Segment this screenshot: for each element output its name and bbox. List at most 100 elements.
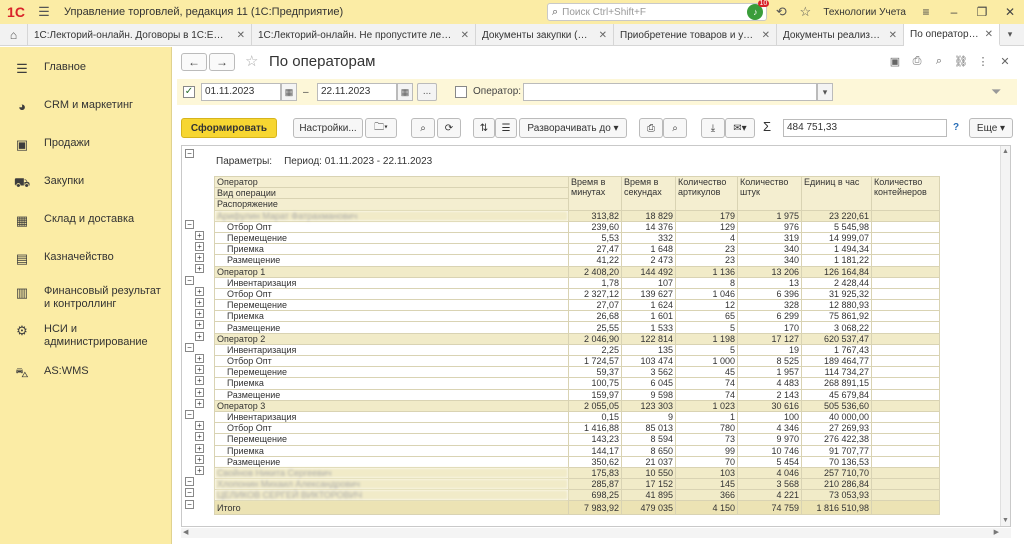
notifications-icon[interactable]: ♪ 10: [747, 0, 770, 20]
close-tab-icon[interactable]: ✕: [237, 30, 245, 41]
favorite-star-icon[interactable]: ☆: [245, 52, 258, 70]
maximize-icon[interactable]: ❐: [968, 5, 996, 19]
chevron-down-icon[interactable]: ▾: [817, 83, 833, 101]
operation-row[interactable]: Перемещение 143,23 8 594 73 9 970 276 422,38: [214, 433, 940, 446]
section-purchases[interactable]: ⛟ Закупки: [0, 175, 172, 193]
section-aswms[interactable]: ⛍ AS:WMS: [0, 365, 172, 383]
global-search-input[interactable]: ⌕ Поиск Ctrl+Shift+F: [547, 3, 767, 21]
tab-goods-acquisition[interactable]: Приобретение товаров и услуг ✕: [614, 24, 777, 46]
collapse-group-icon[interactable]: −: [185, 499, 194, 509]
operation-row[interactable]: Приемка 26,68 1 601 65 6 299 75 861,92: [214, 310, 940, 323]
operation-row[interactable]: Инвентаризация 0,15 9 1 100 40 000,00: [214, 410, 940, 424]
section-crm[interactable]: ◕ CRM и маркетинг: [0, 99, 172, 114]
section-treasury[interactable]: ▤ Казначейство: [0, 251, 172, 267]
vertical-scrollbar[interactable]: ▲ ▼: [1000, 146, 1010, 526]
scroll-left-icon[interactable]: ◀: [183, 528, 188, 536]
scroll-right-icon[interactable]: ▶: [994, 528, 999, 536]
collapse-group-icon[interactable]: −: [185, 219, 194, 229]
home-icon[interactable]: ⌂: [0, 24, 28, 46]
operation-row[interactable]: Размещение 41,22 2 473 23 340 1 181,22: [214, 254, 940, 267]
operator-row[interactable]: Оператор 22 046,90 122 814 1 198 17 127 620 …: [214, 332, 940, 345]
close-tab-icon[interactable]: ✕: [889, 30, 897, 41]
group-button[interactable]: ☰: [495, 118, 517, 138]
operator-row[interactable]: Оператор 32 055,05 123 303 1 023 30 616 505 …: [214, 399, 940, 412]
operator-row[interactable]: Арифулин Марат Фатрахманович 313,82 18 829…: [214, 209, 940, 222]
operation-row[interactable]: Перемещение 59,37 3 562 45 1 957 114 734,27: [214, 366, 940, 379]
expand-group-icon[interactable]: +: [195, 309, 204, 319]
close-window-icon[interactable]: ✕: [996, 5, 1024, 19]
close-tab-icon[interactable]: ✕: [599, 30, 607, 41]
minimize-icon[interactable]: –: [940, 5, 968, 19]
expand-group-icon[interactable]: +: [195, 443, 204, 453]
close-form-icon[interactable]: ✕: [994, 55, 1016, 68]
expand-group-icon[interactable]: +: [195, 298, 204, 307]
expand-group-icon[interactable]: +: [195, 421, 204, 431]
tab-lectorium-lectures[interactable]: 1С:Лекторий-онлайн. Не пропустите лекци.…: [252, 24, 476, 46]
operator-row[interactable]: Оператор 12 408,20 144 492 1 136 13 206 126 …: [214, 265, 940, 278]
send-email-button[interactable]: ✉▾: [725, 118, 755, 138]
settings-button[interactable]: Настройки...: [293, 118, 363, 138]
expand-group-icon[interactable]: +: [195, 286, 204, 296]
operation-row[interactable]: Отбор Опт 2 327,12 139 627 1 046 6 396 31 925…: [214, 287, 940, 301]
variants-dropdown[interactable]: 🗀▾: [365, 118, 397, 138]
section-nsi-admin[interactable]: ⚙ НСИ и администрирование: [0, 323, 172, 349]
link-icon[interactable]: ⛓: [950, 55, 972, 68]
find-button[interactable]: ⌕: [411, 118, 435, 138]
operation-row[interactable]: Инвентаризация 2,25 135 5 19 1 767,43: [214, 343, 940, 357]
print-button[interactable]: ⎙: [639, 118, 663, 138]
operation-row[interactable]: Отбор Опт 1 416,88 85 013 780 4 346 27 269,93: [214, 422, 940, 435]
collapse-group-icon[interactable]: −: [185, 488, 194, 498]
section-sales[interactable]: ▣ Продажи: [0, 137, 172, 153]
operation-row[interactable]: Размещение 350,62 21 037 70 5 454 70 136,53: [214, 455, 940, 468]
filter-icon[interactable]: ⏷: [991, 84, 1001, 100]
preview-icon[interactable]: ⌕: [928, 55, 950, 68]
calendar-icon[interactable]: ▦: [397, 83, 413, 101]
expand-group-icon[interactable]: +: [195, 264, 204, 274]
menu-icon[interactable]: ☰: [32, 4, 56, 20]
expand-group-icon[interactable]: +: [195, 432, 204, 442]
operation-row[interactable]: Размещение 159,97 9 598 74 2 143 45 679,84: [214, 388, 940, 401]
operation-row[interactable]: Приемка 144,17 8 650 99 10 746 91 707,77: [214, 444, 940, 457]
period-checkbox[interactable]: ✓: [183, 86, 195, 98]
horizontal-scrollbar[interactable]: ◀ ▶: [181, 528, 1011, 538]
operation-row[interactable]: Приемка 100,75 6 045 74 4 483 268 891,15: [214, 377, 940, 390]
expand-group-icon[interactable]: +: [195, 454, 204, 464]
operator-row[interactable]: ЦЕЛИКОВ СЕРГЕЙ ВИКТОРОВИЧ 698,25 41 895 366…: [214, 489, 940, 502]
expand-group-icon[interactable]: +: [195, 365, 204, 375]
operation-row[interactable]: Перемещение 27,07 1 624 12 328 12 880,93: [214, 299, 940, 312]
section-warehouse[interactable]: ▦ Склад и доставка: [0, 213, 172, 229]
operator-row[interactable]: Хлопонин Михаил Александрович 285,87 17 15…: [214, 478, 940, 491]
back-button[interactable]: ←: [181, 53, 207, 71]
user-name[interactable]: Технологии Учета: [823, 7, 906, 18]
more-actions-icon[interactable]: ⋮: [972, 55, 994, 68]
collapse-group-icon[interactable]: −: [185, 477, 194, 487]
expand-to-dropdown[interactable]: Разворачивать до ▾: [519, 118, 627, 138]
generate-button[interactable]: Сформировать: [181, 118, 277, 138]
print-icon[interactable]: ⎙: [906, 55, 928, 68]
favorites-icon[interactable]: ☆: [793, 4, 817, 20]
history-icon[interactable]: ⟲: [769, 4, 793, 20]
section-main[interactable]: ☰ Главное: [0, 61, 172, 77]
expand-group-icon[interactable]: +: [195, 387, 204, 397]
tab-sales-documents[interactable]: Документы реализации ✕: [777, 24, 904, 46]
expand-group-icon[interactable]: +: [195, 398, 204, 408]
save-to-file-button[interactable]: ⤓: [701, 118, 725, 138]
tabs-dropdown-icon[interactable]: ▾: [1000, 24, 1020, 45]
scroll-up-icon[interactable]: ▲: [1002, 148, 1009, 155]
operator-checkbox[interactable]: [455, 86, 467, 98]
more-button[interactable]: Еще ▾: [969, 118, 1013, 138]
operation-row[interactable]: Инвентаризация 1,78 107 8 13 2 428,44: [214, 276, 940, 289]
operation-row[interactable]: Размещение 25,55 1 533 5 170 3 068,22: [214, 321, 940, 334]
scroll-down-icon[interactable]: ▼: [1002, 517, 1009, 524]
close-tab-icon[interactable]: ✕: [762, 30, 770, 41]
tab-by-operators[interactable]: По операторам ✕: [904, 24, 1000, 46]
report-document[interactable]: − Параметры: Период: 01.11.2023 - 22.11.2…: [181, 145, 1011, 527]
operator-field[interactable]: [523, 83, 817, 101]
date-to-field[interactable]: 22.11.2023: [317, 83, 397, 101]
expand-group-icon[interactable]: +: [195, 354, 204, 363]
app-menu-icon[interactable]: ≡: [912, 5, 940, 19]
period-select-button[interactable]: ...: [417, 83, 437, 101]
preview-button[interactable]: ⌕: [663, 118, 687, 138]
operation-row[interactable]: Отбор Опт 1 724,57 103 474 1 000 8 525 189 46…: [214, 354, 940, 368]
collapse-group-icon[interactable]: −: [185, 410, 194, 419]
